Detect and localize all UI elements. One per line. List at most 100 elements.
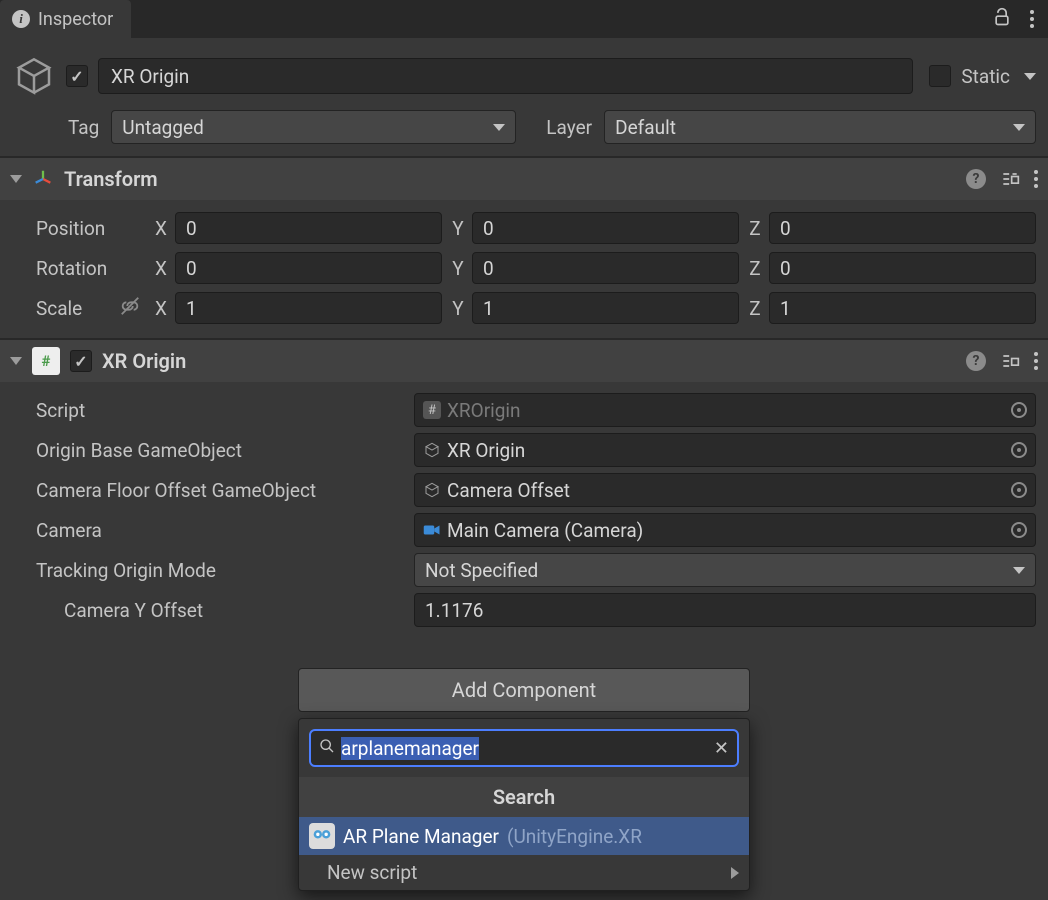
add-component-area: Add Component ✕ Search AR Plane Manager …	[0, 640, 1048, 900]
lock-icon[interactable]	[992, 7, 1012, 32]
axis-x: X	[151, 297, 171, 320]
help-icon[interactable]: ?	[966, 169, 986, 189]
chevron-down-icon	[1013, 567, 1025, 574]
script-hash-icon: #	[423, 401, 441, 419]
new-script-label: New script	[327, 861, 417, 884]
preset-icon[interactable]	[1000, 351, 1020, 371]
camera-floor-label: Camera Floor Offset GameObject	[36, 479, 406, 502]
component-search-input[interactable]	[341, 737, 714, 760]
preset-icon[interactable]	[1000, 169, 1020, 189]
layer-dropdown[interactable]: Default	[604, 110, 1036, 144]
inspector-tab[interactable]: i Inspector	[0, 0, 131, 38]
origin-base-field[interactable]: XR Origin	[414, 433, 1036, 467]
static-label: Static	[961, 65, 1010, 88]
chevron-right-icon	[731, 867, 739, 879]
rotation-row: Rotation X Y Z	[36, 248, 1036, 288]
camera-label: Camera	[36, 519, 406, 542]
rotation-label: Rotation	[36, 257, 143, 280]
cube-mini-icon	[423, 481, 441, 499]
add-component-popup: ✕ Search AR Plane Manager (UnityEngine.X…	[298, 718, 750, 891]
component-enable-checkbox[interactable]	[70, 350, 92, 372]
object-picker-icon[interactable]	[1011, 442, 1027, 458]
gameobject-header: Static Tag Untagged Layer Default	[0, 38, 1048, 156]
tag-dropdown[interactable]: Untagged	[111, 110, 516, 144]
script-value: XROrigin	[447, 399, 521, 422]
layer-label: Layer	[546, 116, 592, 139]
search-icon	[319, 738, 335, 759]
search-result-arplanemanager[interactable]: AR Plane Manager (UnityEngine.XR	[299, 817, 749, 855]
xrorigin-title: XR Origin	[102, 349, 956, 373]
position-x-input[interactable]	[175, 212, 442, 244]
scale-z-input[interactable]	[769, 292, 1036, 324]
scale-row: Scale X Y Z	[36, 288, 1036, 328]
add-component-label: Add Component	[452, 678, 596, 702]
object-picker-icon[interactable]	[1011, 522, 1027, 538]
tracking-mode-value: Not Specified	[425, 559, 538, 582]
camera-value: Main Camera (Camera)	[447, 519, 643, 542]
axis-y: Y	[448, 217, 468, 240]
script-label: Script	[36, 399, 406, 422]
result-namespace: (UnityEngine.XR	[507, 825, 642, 848]
static-dropdown-icon[interactable]	[1024, 73, 1036, 80]
foldout-icon	[10, 357, 22, 365]
transform-title: Transform	[64, 167, 956, 191]
camera-floor-field[interactable]: Camera Offset	[414, 473, 1036, 507]
position-z-input[interactable]	[769, 212, 1036, 244]
transform-icon	[32, 168, 54, 190]
script-field: # XROrigin	[414, 393, 1036, 427]
help-icon[interactable]: ?	[966, 351, 986, 371]
clear-search-icon[interactable]: ✕	[714, 738, 729, 759]
position-y-input[interactable]	[472, 212, 739, 244]
new-script-option[interactable]: New script	[299, 855, 749, 890]
add-component-button[interactable]: Add Component	[298, 668, 750, 712]
foldout-icon	[10, 175, 22, 183]
axis-x: X	[151, 217, 171, 240]
camera-mini-icon	[423, 521, 441, 539]
camera-floor-value: Camera Offset	[447, 479, 570, 502]
position-label: Position	[36, 217, 143, 240]
axis-y: Y	[448, 257, 468, 280]
tab-menu-icon[interactable]	[1030, 10, 1034, 28]
popup-title: Search	[299, 777, 749, 817]
tracking-mode-dropdown[interactable]: Not Specified	[414, 553, 1036, 587]
rotation-y-input[interactable]	[472, 252, 739, 284]
axis-z: Z	[745, 297, 765, 320]
script-icon: #	[32, 347, 60, 375]
rotation-x-input[interactable]	[175, 252, 442, 284]
tag-label: Tag	[68, 116, 99, 139]
scale-x-input[interactable]	[175, 292, 442, 324]
active-checkbox[interactable]	[66, 65, 88, 87]
position-row: Position X Y Z	[36, 208, 1036, 248]
camera-y-offset-input[interactable]	[414, 593, 1036, 627]
xrorigin-header[interactable]: # XR Origin ?	[0, 340, 1048, 382]
component-search-box[interactable]: ✕	[309, 729, 739, 767]
axis-z: Z	[745, 217, 765, 240]
static-checkbox[interactable]	[929, 65, 951, 87]
result-name: AR Plane Manager	[343, 825, 499, 848]
cube-icon	[12, 54, 56, 98]
info-icon: i	[12, 10, 30, 28]
layer-value: Default	[615, 116, 676, 139]
component-menu-icon[interactable]	[1034, 352, 1038, 370]
camera-field[interactable]: Main Camera (Camera)	[414, 513, 1036, 547]
component-menu-icon[interactable]	[1034, 170, 1038, 188]
axis-x: X	[151, 257, 171, 280]
axis-y: Y	[448, 297, 468, 320]
rotation-z-input[interactable]	[769, 252, 1036, 284]
chevron-down-icon	[1013, 124, 1025, 131]
object-picker-icon[interactable]	[1011, 402, 1027, 418]
tab-label: Inspector	[38, 9, 113, 30]
tracking-mode-label: Tracking Origin Mode	[36, 559, 406, 582]
scale-y-input[interactable]	[472, 292, 739, 324]
camera-y-offset-label: Camera Y Offset	[36, 599, 406, 622]
chevron-down-icon	[493, 124, 505, 131]
origin-base-value: XR Origin	[447, 439, 525, 462]
component-result-icon	[309, 823, 335, 849]
object-picker-icon[interactable]	[1011, 482, 1027, 498]
transform-component: Transform ? Position X Y Z Rotation X Y …	[0, 158, 1048, 338]
axis-z: Z	[745, 257, 765, 280]
transform-header[interactable]: Transform ?	[0, 158, 1048, 200]
gameobject-name-input[interactable]	[98, 58, 913, 94]
tag-value: Untagged	[122, 116, 204, 139]
constrain-link-icon[interactable]	[119, 295, 141, 322]
